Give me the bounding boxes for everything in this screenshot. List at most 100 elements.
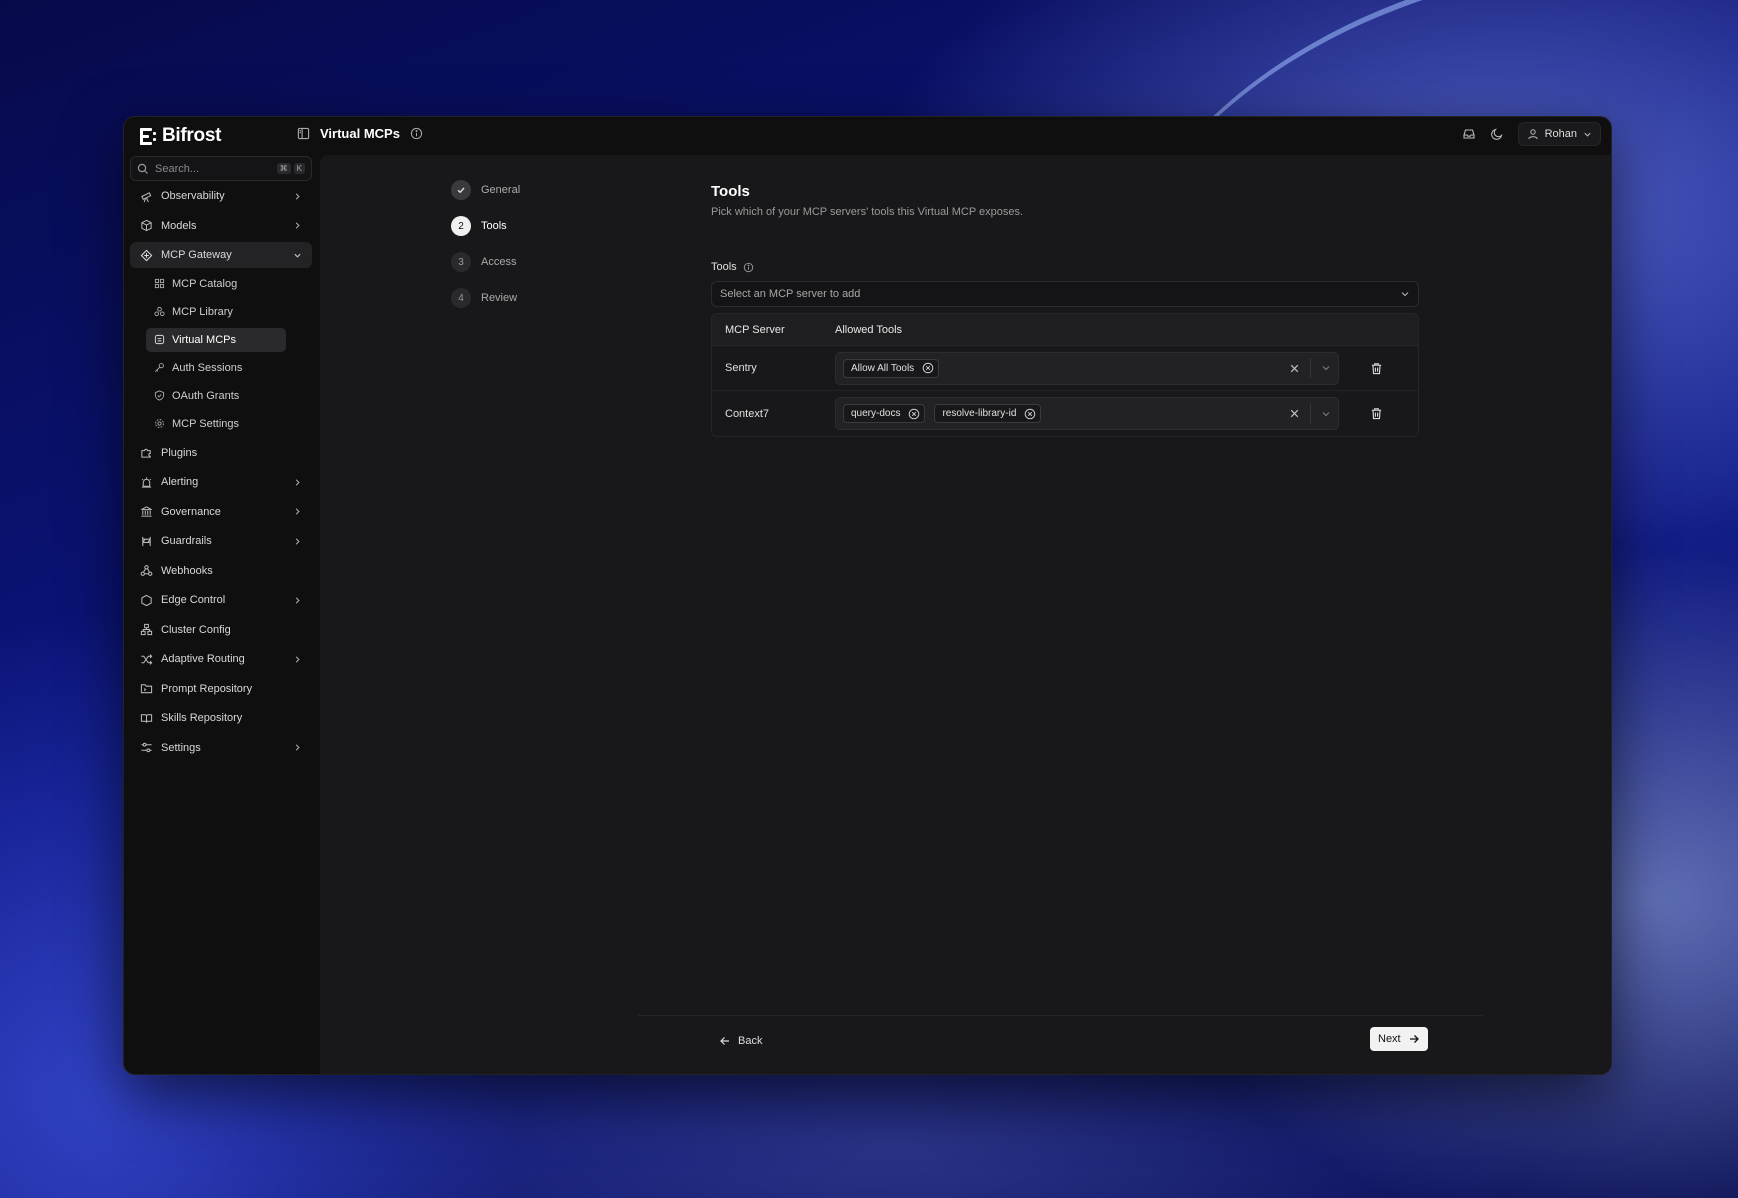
webhook-icon [140,565,153,576]
search-icon [137,163,148,174]
tools-form: Tools Pick which of your MCP servers' to… [711,183,1419,437]
next-button[interactable]: Next [1370,1027,1428,1051]
sidebar-item-alerting[interactable]: Alerting [130,469,312,495]
step-label: Access [481,256,517,268]
sidebar-toggle-icon[interactable] [297,127,310,140]
mcp-server-select[interactable]: Select an MCP server to add [711,281,1419,307]
chevron-right-icon [295,508,300,515]
sidebar-item-oauth-grants[interactable]: OAuth Grants [146,384,286,408]
chevron-down-icon [294,253,301,258]
step-label: Review [481,292,518,304]
sidebar-item-label: Alerting [161,476,199,488]
step-number: 2 [451,216,471,236]
landmark-icon [141,506,152,517]
sidebar-item-label: Webhooks [161,564,213,577]
sidebar-item-webhooks[interactable]: Webhooks [130,558,312,584]
back-label: Back [738,1035,763,1047]
server-name: Context7 [725,407,770,420]
sidebar-item-virtual-mcps[interactable]: Virtual MCPs [146,327,286,352]
main-content: General 2 Tools 3 Access 4 Review Tools … [320,155,1611,1074]
clear-icon[interactable] [1289,363,1300,374]
gateway-icon [140,249,153,261]
table-row: Context7 query-docs resolve-library-id [712,391,1418,436]
sidebar-item-mcp-gateway[interactable]: MCP Gateway [130,242,312,268]
search-shortcut: ⌘ K [276,163,305,174]
column-header-server: MCP Server [725,323,785,336]
sidebar-item-adaptive-routing[interactable]: Adaptive Routing [130,646,312,672]
sidebar-item-label: Guardrails [161,535,212,547]
info-icon[interactable] [410,127,423,140]
tools-table: MCP Server Allowed Tools Sentry Allow Al… [711,313,1419,437]
chevron-right-icon [295,744,300,751]
sidebar-item-settings[interactable]: Settings [130,735,312,761]
chevron-right-icon [295,192,300,200]
user-menu-button[interactable]: Rohan [1517,122,1601,146]
step-label: General [481,184,521,196]
sidebar-item-mcp-library[interactable]: MCP Library [146,300,286,324]
sidebar-item-label: Observability [161,190,225,202]
sidebar-item-skills-repository[interactable]: Skills Repository [130,705,312,731]
allowed-tools-multiselect[interactable]: Allow All Tools [835,351,1339,385]
info-icon[interactable] [743,262,754,273]
step-tools[interactable]: 2 Tools [451,216,520,236]
chevron-right-icon [295,222,300,229]
sidebar-item-label: Adaptive Routing [161,653,245,665]
trash-icon[interactable] [1370,407,1383,420]
sidebar-item-auth-sessions[interactable]: Auth Sessions [146,356,286,380]
sidebar-item-label: Plugins [161,446,198,459]
multiselect-actions [1289,403,1331,424]
chevron-down-icon[interactable] [1321,409,1331,419]
folder-icon [140,684,153,694]
sidebar-item-mcp-settings[interactable]: MCP Settings [146,412,286,436]
sidebar-item-label: Prompt Repository [161,682,253,695]
puzzle-icon [141,448,151,458]
clear-icon[interactable] [1289,408,1300,419]
tool-chip-label: resolve-library-id [942,408,1017,419]
tool-chip: Allow All Tools [843,358,940,378]
shuffle-icon [141,653,153,665]
sidebar-item-models[interactable]: Models [130,213,312,239]
shield-check-icon [154,390,165,401]
chevron-down-icon[interactable] [1321,363,1331,373]
sidebar-item-label: Auth Sessions [172,361,243,374]
search-input[interactable]: Search... ⌘ K [130,156,312,181]
sidebar-item-guardrails[interactable]: Guardrails [130,528,312,554]
sidebar-item-plugins[interactable]: Plugins [130,440,312,466]
step-general[interactable]: General [451,180,520,200]
remove-chip-icon[interactable] [1024,408,1036,420]
moon-icon[interactable] [1490,127,1504,141]
grid-icon [154,278,165,289]
multiselect-actions [1289,358,1331,378]
sidebar: Search... ⌘ K Observability Models MCP G… [124,155,320,1074]
section-description: Pick which of your MCP servers' tools th… [711,206,1024,218]
chevron-right-icon [295,478,300,486]
sidebar-item-governance[interactable]: Governance [130,499,312,525]
divider [1310,403,1311,424]
top-right-actions: Rohan [1462,122,1601,146]
remove-chip-icon[interactable] [908,408,920,420]
sidebar-item-prompt-repository[interactable]: Prompt Repository [130,676,312,702]
sidebar-item-mcp-catalog[interactable]: MCP Catalog [146,272,286,296]
tools-field-label: Tools [711,261,1419,273]
remove-chip-icon[interactable] [922,362,934,374]
allowed-tools-multiselect[interactable]: query-docs resolve-library-id [835,397,1339,430]
chevron-right-icon [295,596,300,604]
chevron-right-icon [295,537,300,545]
sidebar-item-label: OAuth Grants [172,389,240,402]
tool-chip: query-docs [843,404,926,423]
app-logo[interactable]: Bifrost [140,125,221,147]
step-access[interactable]: 3 Access [451,252,520,272]
column-header-tools: Allowed Tools [835,323,903,336]
back-button[interactable]: Back [713,1030,768,1052]
trash-icon[interactable] [1370,362,1383,375]
telescope-icon [141,191,152,202]
search-placeholder: Search... [155,162,200,175]
inbox-icon[interactable] [1462,127,1476,141]
shortcut-key-cmd: ⌘ [276,163,291,174]
sidebar-item-edge-control[interactable]: Edge Control [130,587,312,613]
step-review[interactable]: 4 Review [451,288,520,308]
step-check-icon [451,180,471,200]
sidebar-item-observability[interactable]: Observability [130,183,312,209]
sidebar-item-cluster-config[interactable]: Cluster Config [130,617,312,643]
user-icon [1527,128,1539,140]
